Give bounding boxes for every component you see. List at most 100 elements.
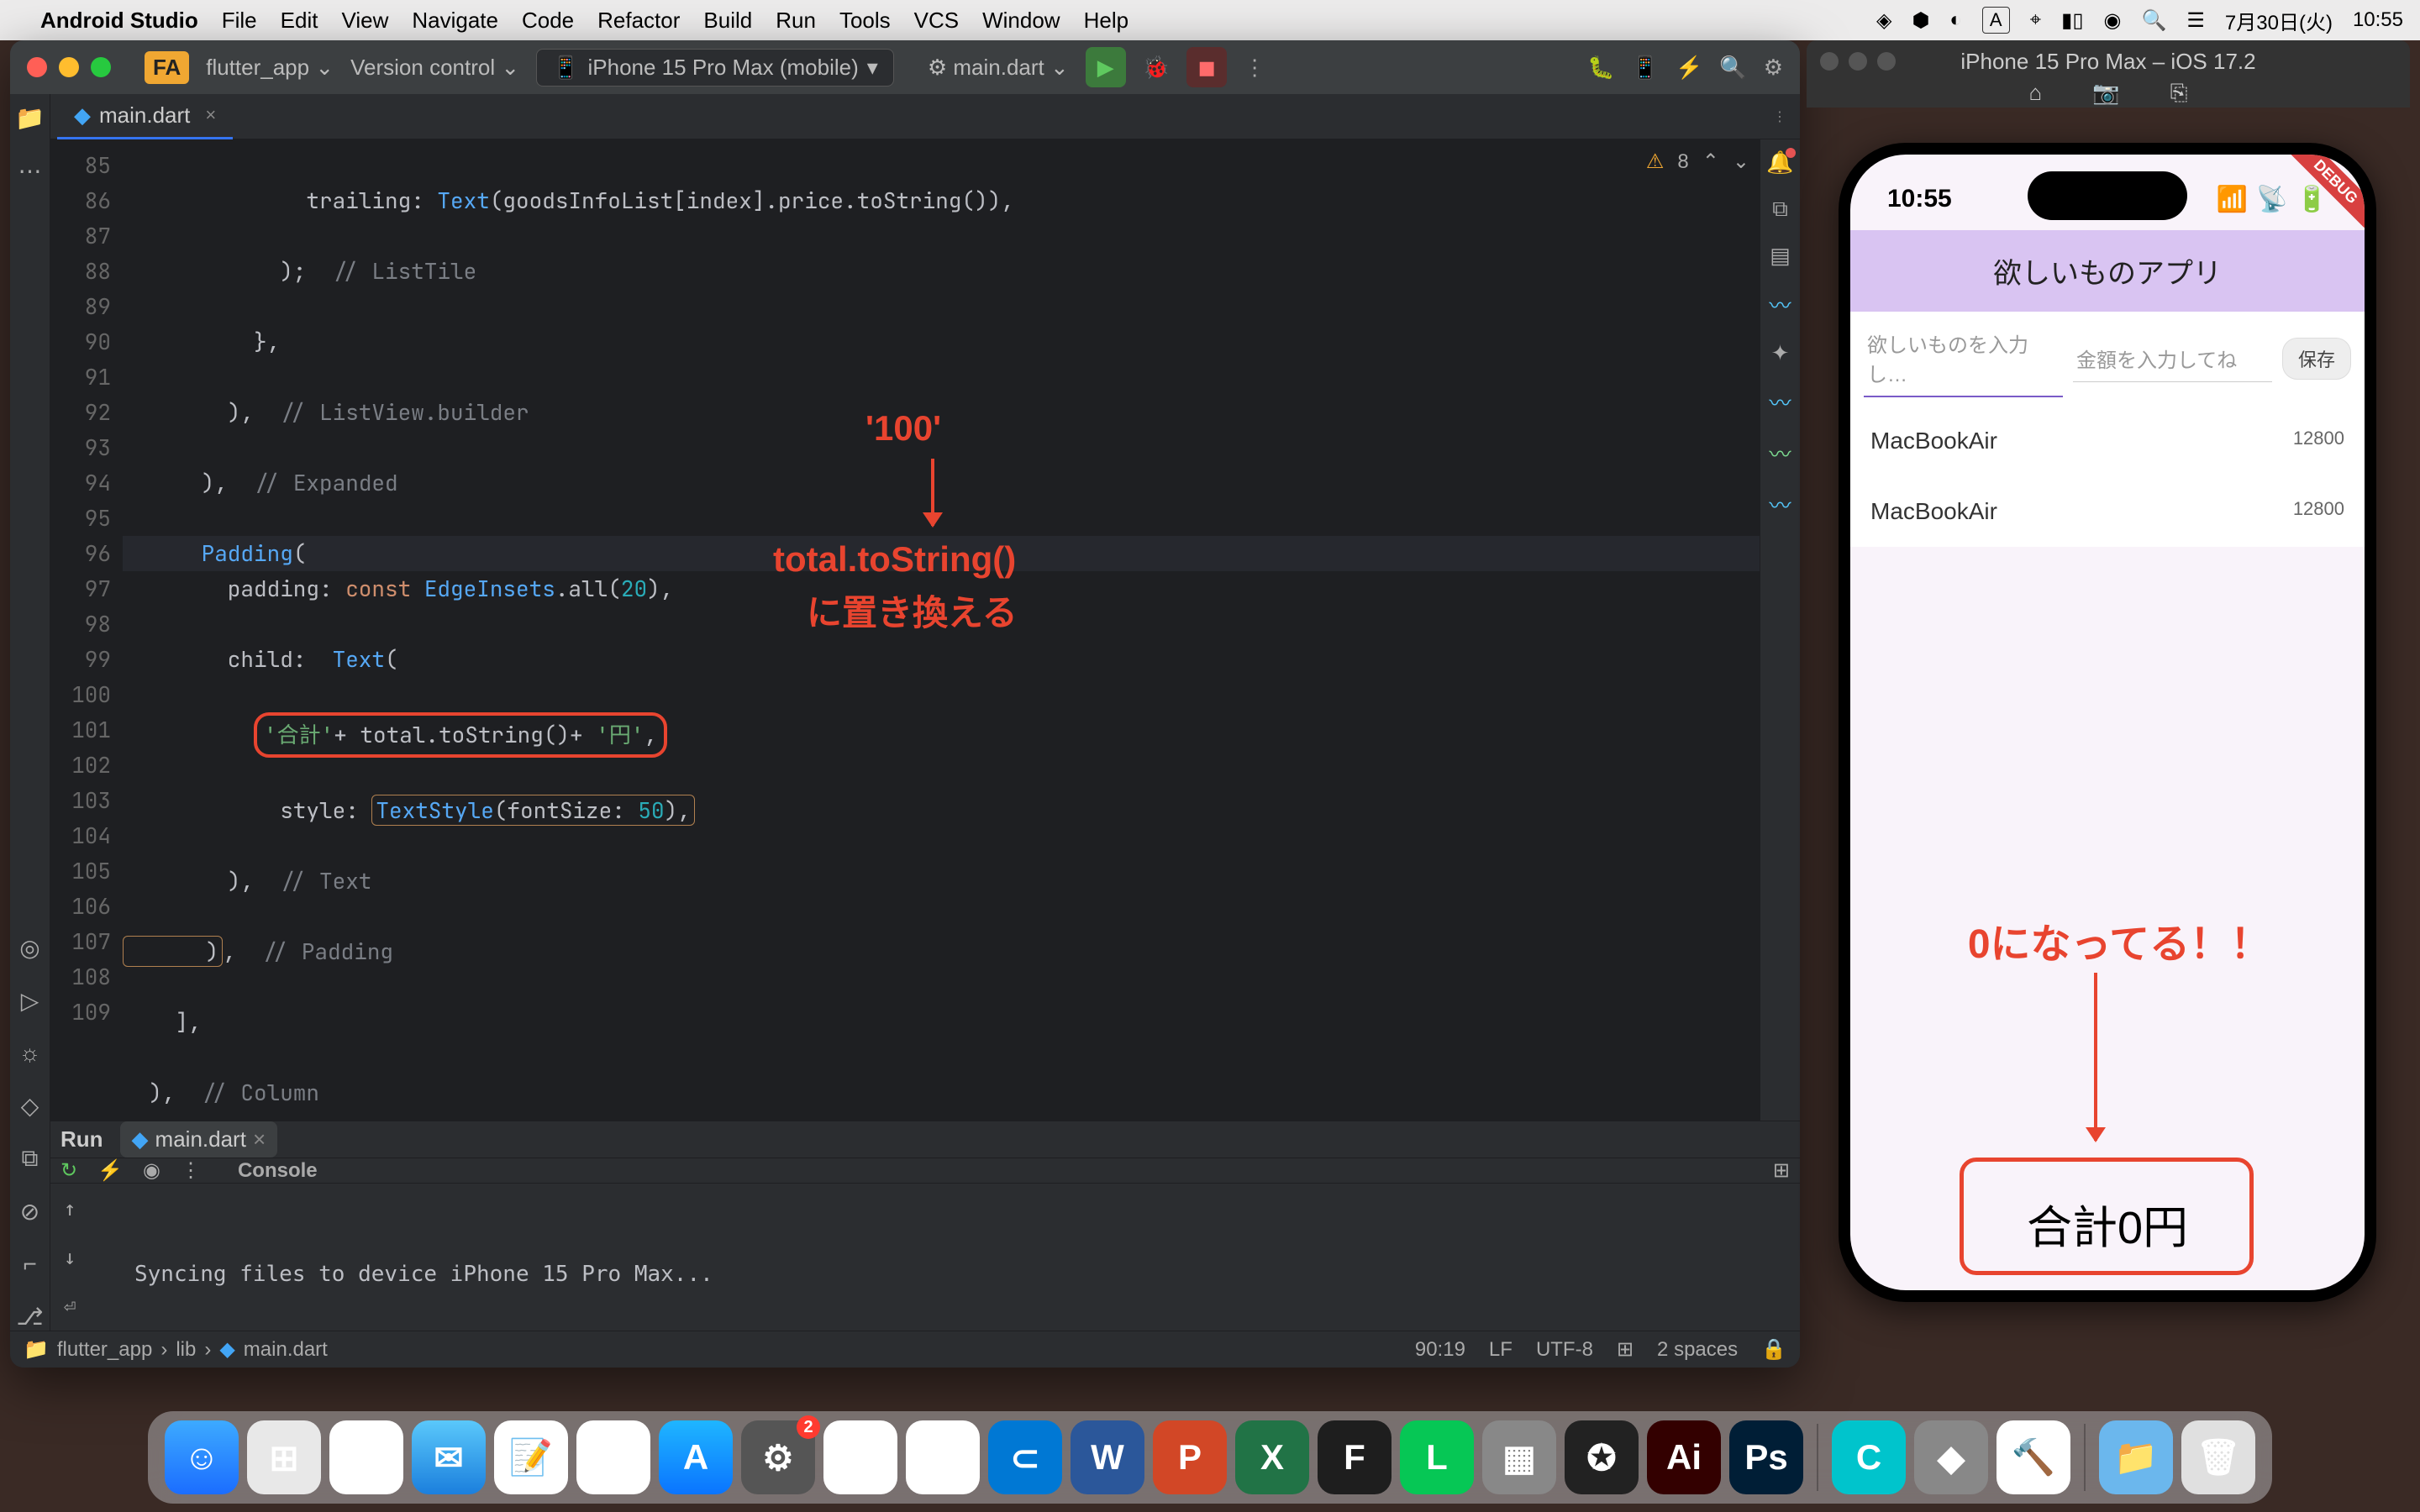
list-item[interactable]: MacBookAir12800 — [1850, 476, 2365, 547]
dock-app-icon[interactable]: ◆ — [1914, 1420, 1988, 1494]
code-editor[interactable]: ⚠8⌃⌄ 85868788899091929394959697989910010… — [50, 139, 1800, 1121]
device-selector[interactable]: 📱 iPhone 15 Pro Max (mobile) ▾ — [536, 49, 894, 87]
dock-downloads-icon[interactable]: 📁 — [2099, 1420, 2173, 1494]
search-everywhere-icon[interactable]: 🔍 — [1719, 55, 1746, 81]
menu-file[interactable]: File — [222, 8, 257, 34]
toolbar-icon[interactable]: 📱 — [1632, 55, 1659, 81]
list-item[interactable]: MacBookAir12800 — [1850, 406, 2365, 476]
dock-canva-icon[interactable]: C — [1832, 1420, 1906, 1494]
dock-app-icon[interactable]: ▦ — [1482, 1420, 1556, 1494]
dock-xcode-icon[interactable]: 🔨 — [1996, 1420, 2070, 1494]
editor-menu-icon[interactable]: ⋮ — [1773, 108, 1786, 125]
settings-icon[interactable]: ⚙ — [1764, 55, 1783, 81]
layout-icon[interactable]: ⊞ — [1773, 1158, 1790, 1183]
menu-build[interactable]: Build — [703, 8, 752, 34]
run-button[interactable]: ▶ — [1086, 47, 1126, 87]
flutter-tool-icon[interactable]: 〰 — [1769, 386, 1791, 417]
menubar-app-name[interactable]: Android Studio — [40, 8, 198, 34]
tool-icon[interactable]: ▤ — [1770, 243, 1791, 269]
terminal-tool-icon[interactable]: ⌐ — [23, 1251, 36, 1278]
debug-button[interactable]: 🐞 — [1143, 55, 1170, 81]
structure-tool-icon[interactable]: ⧉ — [22, 1145, 39, 1173]
item-name-input[interactable]: 欲しいものを入力し… — [1864, 320, 2063, 397]
dock-appstore-icon[interactable]: A — [659, 1420, 733, 1494]
dock-notes-icon[interactable]: 📝 — [494, 1420, 568, 1494]
menubar-extra-icon[interactable]: ◐ — [1949, 8, 1962, 32]
tool-icon[interactable]: ✦ — [1771, 340, 1790, 366]
console-output[interactable]: ↑↓⏎» Syncing files to device iPhone 15 P… — [50, 1184, 1800, 1331]
dock-finder-icon[interactable]: ☺ — [165, 1420, 239, 1494]
breadcrumb[interactable]: 📁flutter_app›lib›◆main.dart — [24, 1337, 328, 1362]
tool-icon[interactable]: ◎ — [19, 934, 39, 962]
dock-figma-icon[interactable]: F — [1318, 1420, 1392, 1494]
file-encoding[interactable]: UTF-8 — [1536, 1338, 1593, 1362]
dock-trash-icon[interactable]: 🗑 — [2181, 1420, 2255, 1494]
vcs-widget[interactable]: Version control ⌄ — [350, 55, 519, 81]
menubar-extra-icon[interactable]: ◈ — [1876, 8, 1891, 33]
run-tool-icon[interactable]: ▷ — [21, 987, 39, 1015]
toolbar-icon[interactable]: 🐛 — [1587, 55, 1614, 81]
menubar-extra-icon[interactable]: ⬢ — [1912, 8, 1929, 33]
scroll-icon[interactable]: ↓ — [64, 1241, 76, 1274]
menu-edit[interactable]: Edit — [281, 8, 318, 34]
inspection-widget[interactable]: ⚠8⌃⌄ — [1646, 150, 1749, 174]
flutter-tool-icon[interactable]: 〰 — [1769, 489, 1791, 520]
readonly-icon[interactable]: 🔒 — [1761, 1337, 1786, 1362]
wrap-icon[interactable]: ⏎ — [64, 1289, 76, 1323]
dock-word-icon[interactable]: W — [1071, 1420, 1144, 1494]
dock-illustrator-icon[interactable]: Ai — [1647, 1420, 1721, 1494]
dock-slack-icon[interactable]: # — [906, 1420, 980, 1494]
input-source-icon[interactable]: A — [1982, 7, 2010, 34]
wifi-icon[interactable]: ◉ — [2104, 8, 2122, 33]
more-icon[interactable]: ⋮ — [181, 1158, 201, 1183]
menu-view[interactable]: View — [341, 8, 388, 34]
run-config-tab[interactable]: ◆main.dart× — [120, 1121, 278, 1158]
menubar-time[interactable]: 10:55 — [2353, 8, 2403, 32]
menu-vcs[interactable]: VCS — [914, 8, 959, 34]
save-button[interactable]: 保存 — [2282, 338, 2351, 380]
toolbar-icon[interactable]: ⚡ — [1676, 55, 1702, 81]
dock-mail-icon[interactable]: ✉ — [412, 1420, 486, 1494]
dock-safari-icon[interactable]: ◎ — [329, 1420, 403, 1494]
dock-vscode-icon[interactable]: ⊂ — [988, 1420, 1062, 1494]
menubar-date[interactable]: 7月30日(火) — [2225, 6, 2333, 35]
menu-window[interactable]: Window — [982, 8, 1060, 34]
project-icon[interactable]: FA — [145, 51, 189, 84]
menu-tools[interactable]: Tools — [839, 8, 891, 34]
project-tool-icon[interactable]: 📁 — [15, 104, 45, 132]
menu-refactor[interactable]: Refactor — [597, 8, 680, 34]
search-icon[interactable]: 🔍 — [2142, 8, 2167, 33]
battery-icon[interactable]: ▮▯ — [2061, 8, 2083, 33]
dock-photoshop-icon[interactable]: Ps — [1729, 1420, 1803, 1494]
rerun-icon[interactable]: ↻ — [60, 1158, 77, 1183]
dock-finalcut-icon[interactable]: ✪ — [1565, 1420, 1639, 1494]
run-config-selector[interactable]: ⚙ main.dart ⌄ — [928, 55, 1069, 81]
item-price-input[interactable]: 金額を入力してね — [2073, 335, 2272, 382]
close-tab-icon[interactable]: × — [205, 104, 216, 126]
run-tab[interactable]: Run — [60, 1126, 103, 1152]
dock-launchpad-icon[interactable]: ⊞ — [247, 1420, 321, 1494]
dock-line-icon[interactable]: L — [1400, 1420, 1474, 1494]
tool-icon[interactable]: ⧉ — [1772, 196, 1788, 223]
dock-zoom-icon[interactable]: Z — [823, 1420, 897, 1494]
editor-tab-main[interactable]: ◆main.dart× — [57, 94, 233, 139]
sim-icon[interactable]: ⎘ — [2170, 80, 2188, 107]
hot-reload-icon[interactable]: ⚡ — [97, 1158, 123, 1183]
flutter-tool-icon[interactable]: 〰 — [1769, 438, 1791, 469]
tool-icon[interactable]: ⊞ — [1617, 1337, 1634, 1362]
project-name[interactable]: flutter_app ⌄ — [206, 55, 334, 81]
dock-chrome-icon[interactable]: ◉ — [576, 1420, 650, 1494]
menu-help[interactable]: Help — [1084, 8, 1128, 34]
tool-icon[interactable]: ◇ — [21, 1092, 39, 1120]
menu-run[interactable]: Run — [776, 8, 816, 34]
window-traffic-lights[interactable] — [27, 57, 111, 77]
flutter-tool-icon[interactable]: 〰 — [1769, 289, 1791, 320]
indent-setting[interactable]: 2 spaces — [1657, 1338, 1738, 1362]
more-actions-icon[interactable]: ⋮ — [1244, 55, 1265, 81]
control-center-icon[interactable]: ☰ — [2186, 8, 2205, 33]
problems-tool-icon[interactable]: ⊘ — [20, 1198, 39, 1226]
more-tool-icon[interactable]: ⋯ — [18, 157, 42, 185]
dock-excel-icon[interactable]: X — [1235, 1420, 1309, 1494]
sim-screenshot-icon[interactable]: 📷 — [2092, 80, 2119, 107]
sim-traffic-lights[interactable] — [1820, 52, 1896, 71]
